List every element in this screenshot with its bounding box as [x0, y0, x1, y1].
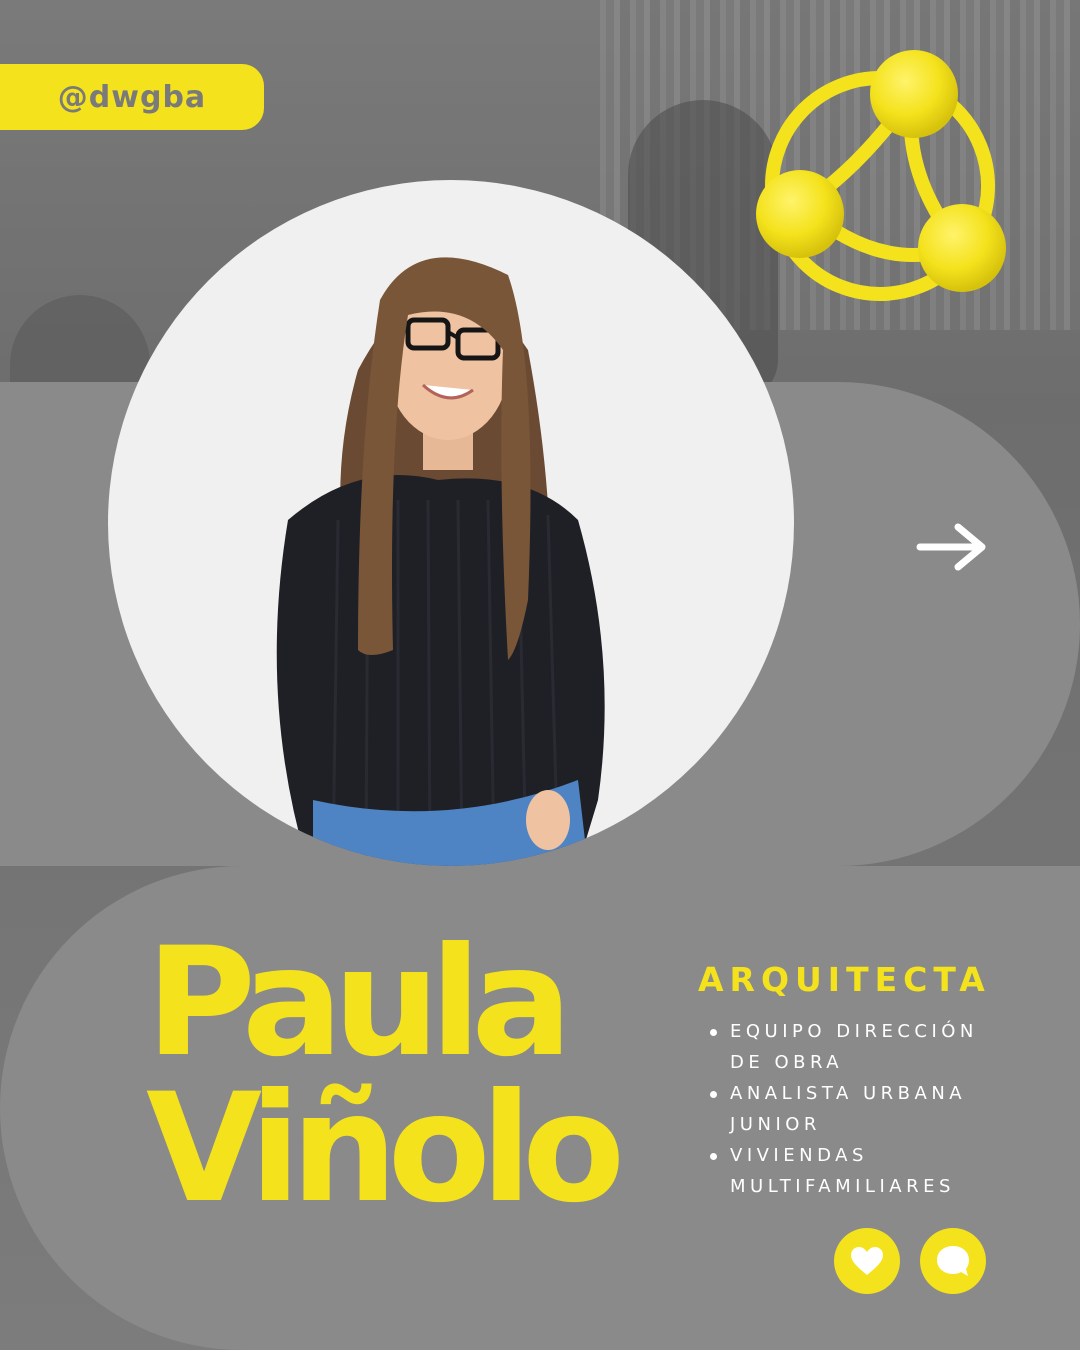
handle-text: @dwgba	[57, 79, 207, 115]
brand-logo	[756, 50, 1006, 301]
heart-icon	[851, 1247, 883, 1275]
duties-list: EQUIPO DIRECCIÓN DE OBRA ANALISTA URBANA…	[708, 1016, 978, 1202]
job-title: ARQUITECTA	[698, 960, 991, 999]
duty-item: ANALISTA URBANA JUNIOR	[708, 1078, 978, 1140]
like-button[interactable]	[834, 1228, 900, 1294]
duty-item: VIVIENDAS MULTIFAMILIARES	[708, 1140, 978, 1202]
last-name: Viñolo	[146, 1062, 625, 1236]
handle-badge[interactable]: @dwgba	[0, 64, 264, 130]
profile-photo	[108, 180, 794, 866]
duty-item: EQUIPO DIRECCIÓN DE OBRA	[708, 1016, 978, 1078]
arrow-right-icon[interactable]	[916, 522, 988, 572]
portrait-illustration	[276, 257, 605, 866]
chat-bubble-icon	[937, 1246, 969, 1276]
first-name: Paula	[146, 916, 573, 1090]
person-name: Paula Viñolo	[146, 916, 625, 1236]
comment-button[interactable]	[920, 1228, 986, 1294]
